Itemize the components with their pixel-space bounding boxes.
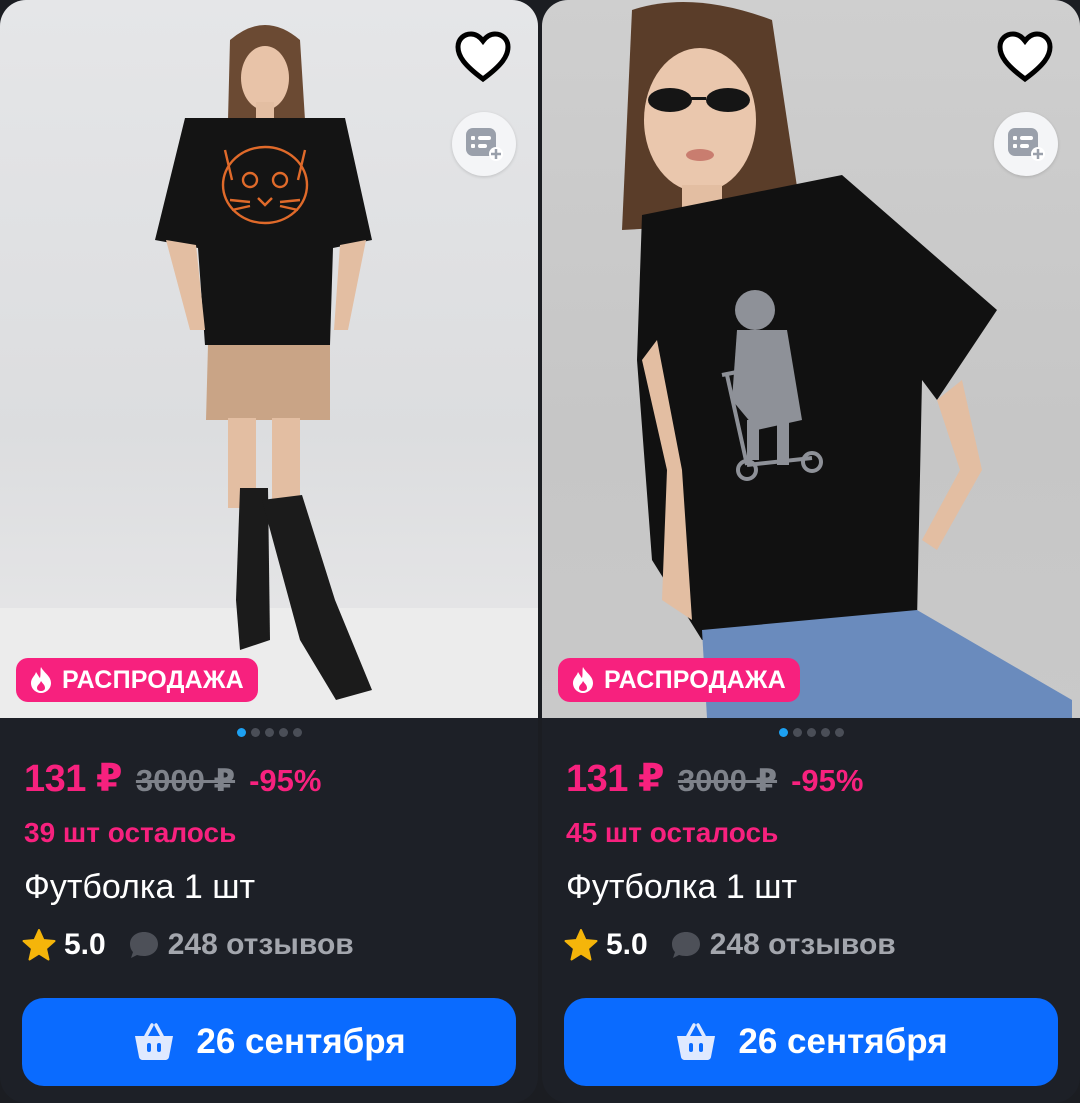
pagination-dot	[778, 728, 788, 737]
price-old: 3000 ₽	[135, 763, 236, 798]
delivery-add-to-cart-button[interactable]: 26 сентября	[22, 998, 516, 1086]
sale-badge: РАСПРОДАЖА	[558, 658, 800, 702]
sale-badge-label: РАСПРОДАЖА	[62, 665, 244, 694]
product-photo[interactable]: РАСПРОДАЖА	[542, 0, 1080, 718]
reviews-count: 248 отзывов	[167, 928, 354, 961]
basket-icon	[677, 1023, 716, 1060]
product-title[interactable]: Футболка 1 шт	[24, 868, 255, 907]
image-pagination	[0, 728, 538, 737]
pagination-dot	[806, 728, 816, 737]
compare-button[interactable]	[994, 112, 1058, 176]
chat-bubble-icon	[129, 932, 158, 958]
fire-icon	[31, 667, 51, 693]
price-row: 131 ₽ 3000 ₽ -95%	[566, 756, 863, 801]
discount-percent: -95%	[249, 763, 322, 798]
pagination-dot	[792, 728, 802, 737]
star-icon	[22, 929, 56, 961]
compare-list-add-icon	[466, 128, 503, 161]
image-pagination	[542, 728, 1080, 737]
stock-remaining: 39 шт осталось	[24, 817, 237, 848]
pagination-dot	[264, 728, 274, 737]
pagination-dot	[278, 728, 288, 737]
model-image	[622, 2, 1072, 718]
price-current: 131 ₽	[24, 758, 122, 800]
favorite-button[interactable]	[452, 28, 514, 86]
basket-icon	[135, 1023, 174, 1060]
chat-bubble-icon	[671, 932, 700, 958]
stock-remaining: 45 шт осталось	[566, 817, 779, 848]
delivery-date-label: 26 сентября	[738, 1022, 948, 1061]
pagination-dot	[236, 728, 246, 737]
heart-outline-icon	[997, 31, 1053, 83]
delivery-date-label: 26 сентября	[196, 1022, 406, 1061]
product-title[interactable]: Футболка 1 шт	[566, 868, 797, 907]
delivery-add-to-cart-button[interactable]: 26 сентября	[564, 998, 1058, 1086]
price-old: 3000 ₽	[677, 763, 778, 798]
favorite-button[interactable]	[994, 28, 1056, 86]
pagination-dot	[834, 728, 844, 737]
pagination-dot	[820, 728, 830, 737]
compare-list-add-icon	[1008, 128, 1045, 161]
sale-badge-label: РАСПРОДАЖА	[604, 665, 786, 694]
product-photo[interactable]: РАСПРОДАЖА	[0, 0, 538, 718]
rating-value: 5.0	[606, 928, 648, 961]
heart-outline-icon	[455, 31, 511, 83]
product-card[interactable]: РАСПРОДАЖА 131 ₽ 3000 ₽ -95% 45 шт остал…	[542, 0, 1080, 1103]
pagination-dot	[250, 728, 260, 737]
model-image	[155, 25, 372, 700]
product-card[interactable]: РАСПРОДАЖА 131 ₽ 3000 ₽ -95% 39 шт остал…	[0, 0, 538, 1103]
rating-row[interactable]: 5.0 248 отзывов	[564, 928, 896, 962]
price-current: 131 ₽	[566, 758, 664, 800]
sale-badge: РАСПРОДАЖА	[16, 658, 258, 702]
rating-row[interactable]: 5.0 248 отзывов	[22, 928, 354, 962]
price-row: 131 ₽ 3000 ₽ -95%	[24, 756, 321, 801]
compare-button[interactable]	[452, 112, 516, 176]
pagination-dot	[292, 728, 302, 737]
rating-value: 5.0	[64, 928, 106, 961]
discount-percent: -95%	[791, 763, 864, 798]
star-icon	[564, 929, 598, 961]
reviews-count: 248 отзывов	[709, 928, 896, 961]
fire-icon	[573, 667, 593, 693]
